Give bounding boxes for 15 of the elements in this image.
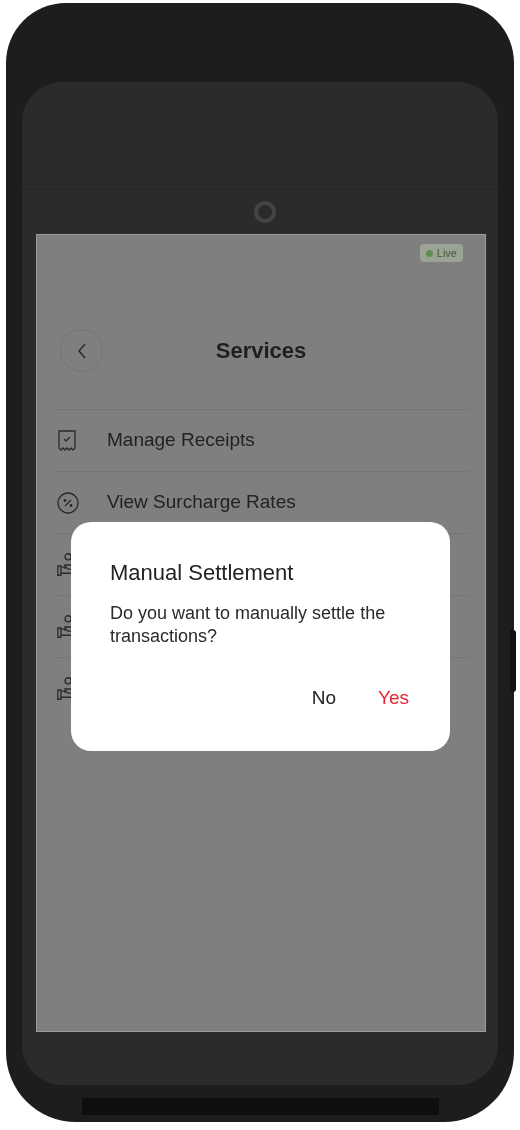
- confirm-button[interactable]: Yes: [367, 680, 420, 717]
- menu-item[interactable]: Manage Receipts: [107, 426, 255, 455]
- dialog-title: Manual Settlement: [110, 559, 295, 587]
- hand-card-icon: [57, 677, 72, 700]
- page-title: Services: [215, 336, 307, 365]
- camera-lens: [254, 201, 276, 223]
- cancel-button[interactable]: No: [300, 680, 347, 717]
- dialog-message: Do you want to manually settle the transactions?: [110, 602, 387, 648]
- menu-item[interactable]: View Surcharge Rates: [107, 488, 296, 517]
- back-icon: [76, 342, 87, 359]
- receipt-icon: [57, 429, 77, 452]
- percent-icon: [57, 491, 79, 514]
- live-badge: Live: [419, 244, 463, 262]
- hand-card-icon: [57, 553, 72, 576]
- hand-card-icon: [57, 615, 72, 638]
